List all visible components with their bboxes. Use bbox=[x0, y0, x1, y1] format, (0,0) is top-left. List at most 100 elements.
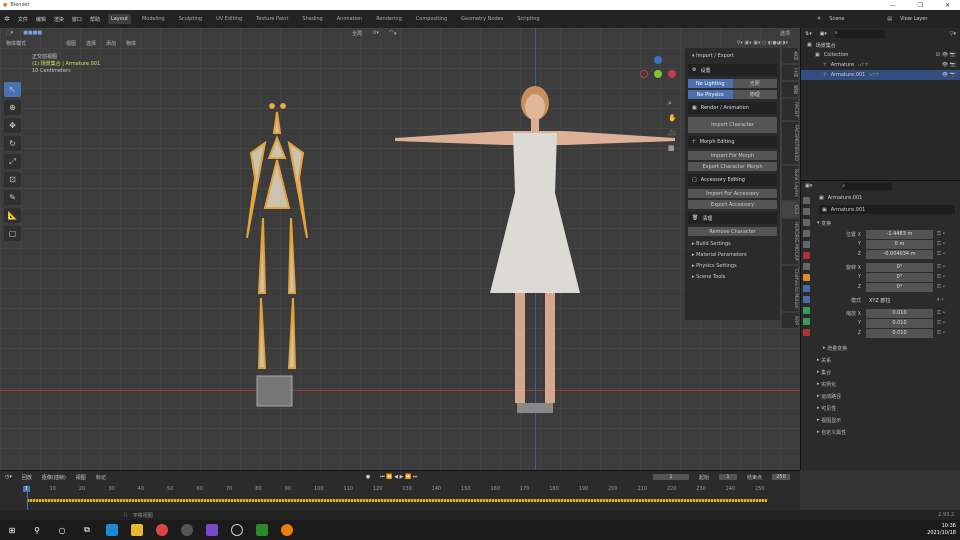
constraints-tab-icon[interactable] bbox=[803, 318, 810, 325]
workspace-tab-texture-paint[interactable]: Texture Paint bbox=[253, 14, 291, 24]
outliner-item-collection[interactable]: ▣ Collection ☑ 👁 📷 bbox=[801, 50, 960, 60]
tab-view[interactable]: 视图 bbox=[782, 82, 798, 97]
object-name-field[interactable]: ▣ Armature.001 bbox=[819, 205, 955, 214]
task-view-icon[interactable]: ⧉ bbox=[81, 524, 93, 536]
rotate-tool-icon[interactable]: ↻ bbox=[4, 136, 21, 151]
move-tool-icon[interactable]: ✥ bbox=[4, 118, 21, 133]
mode-selector[interactable]: 物体模式 bbox=[6, 40, 56, 47]
modifier-tab-icon[interactable] bbox=[803, 285, 810, 292]
custom-properties-panel[interactable]: ▸ 自定义属性 bbox=[801, 426, 960, 438]
close-button[interactable]: ✕ bbox=[945, 2, 950, 9]
output-tab-icon[interactable] bbox=[803, 219, 810, 226]
zoom-icon[interactable]: ⌕ bbox=[668, 96, 677, 111]
menu-keying[interactable]: 抠像(插帧) bbox=[42, 474, 66, 481]
tab-facemotion3d[interactable]: FACEMOTION3D bbox=[782, 122, 798, 165]
scene-tools-panel[interactable]: ▸ Scene Tools bbox=[688, 271, 777, 282]
search-icon[interactable]: ⚲ bbox=[31, 524, 43, 536]
cortana-icon[interactable]: ○ bbox=[56, 524, 68, 536]
pan-hand-icon[interactable]: ✋ bbox=[668, 111, 677, 126]
visibility-eye-icon[interactable]: ☑ 👁 📷 bbox=[936, 52, 956, 58]
chrome-icon[interactable] bbox=[156, 524, 168, 536]
menu-render[interactable]: 渲染 bbox=[54, 16, 64, 23]
view-layer-icon[interactable]: ▤ bbox=[887, 16, 892, 22]
no-physics-option[interactable]: No Physics bbox=[688, 90, 733, 99]
tab-item[interactable]: 条目 bbox=[782, 48, 798, 63]
build-settings-panel[interactable]: ▸ Build Settings bbox=[688, 238, 777, 249]
select-tool-icon[interactable]: ↖ bbox=[4, 82, 21, 97]
menu-marker[interactable]: 标记 bbox=[96, 474, 106, 481]
delta-transform-panel[interactable]: ▸ 增量变换 bbox=[801, 342, 960, 354]
app-icon[interactable] bbox=[206, 524, 218, 536]
3d-viewport[interactable]: ⬚▾ ■■■■ 全局 ⊙▾ ⌒▾ 选项 物体模式 视图 选择 添加 物体 ⚲▾ … bbox=[0, 28, 800, 470]
motion-paths-panel[interactable]: ▸ 运动路径 bbox=[801, 390, 960, 402]
tab-bone-layers[interactable]: Bone Layers bbox=[782, 166, 798, 200]
relations-panel[interactable]: ▸ 关系 bbox=[801, 354, 960, 366]
menu-playback[interactable]: 回放 bbox=[22, 474, 32, 481]
visibility-eye-icon[interactable]: 👁 📷 bbox=[942, 72, 956, 78]
world-tab-icon[interactable] bbox=[803, 252, 810, 259]
end-frame-field[interactable]: 250 bbox=[772, 474, 790, 480]
measure-tool-icon[interactable]: 📐 bbox=[4, 208, 21, 223]
gizmo-y-axis[interactable] bbox=[654, 70, 662, 78]
nvidia-icon[interactable] bbox=[256, 524, 268, 536]
menu-add[interactable]: 添加 bbox=[106, 40, 116, 47]
rotation-x-field[interactable]: 旋转 X 0° ⚿ • bbox=[821, 262, 960, 272]
rotation-y-value[interactable]: 0° bbox=[866, 272, 933, 282]
physics-toggle[interactable]: No Physics 物理 bbox=[688, 90, 777, 99]
file-explorer-icon[interactable] bbox=[131, 524, 143, 536]
windows-start-icon[interactable]: ⊞ bbox=[6, 524, 18, 536]
workspace-tab-geometry-nodes[interactable]: Geometry Nodes bbox=[458, 14, 506, 24]
editor-type-icon[interactable]: ⬚▾ bbox=[6, 30, 13, 36]
menu-window[interactable]: 窗口 bbox=[72, 16, 82, 23]
render-tab-icon[interactable] bbox=[803, 208, 810, 215]
display-mode-icon[interactable]: ⇅▾ bbox=[805, 31, 812, 37]
obs-icon[interactable] bbox=[231, 524, 243, 536]
gizmo-z-axis[interactable] bbox=[654, 56, 662, 64]
export-accessory-button[interactable]: Export Accessory bbox=[688, 200, 777, 209]
rotation-z-field[interactable]: Z 0° ⚿ • bbox=[821, 282, 960, 292]
workspace-tab-layout[interactable]: Layout bbox=[107, 14, 131, 24]
scene-tab-icon[interactable] bbox=[803, 241, 810, 248]
scene-selector[interactable]: Scene bbox=[829, 16, 879, 22]
current-frame-field[interactable]: 1 bbox=[652, 474, 689, 480]
view-layer-tab-icon[interactable] bbox=[803, 230, 810, 237]
transform-panel-header[interactable]: ▾ 变换 bbox=[801, 217, 960, 229]
keyframe-icon[interactable]: ⚿ • bbox=[937, 264, 945, 270]
viewport-display-panel[interactable]: ▸ 视图显示 bbox=[801, 414, 960, 426]
rotation-z-value[interactable]: 0° bbox=[866, 282, 933, 292]
data-tab-icon[interactable] bbox=[803, 329, 810, 336]
pivot-icon[interactable]: ⊙▾ bbox=[372, 30, 379, 36]
physics-tab-icon[interactable] bbox=[803, 307, 810, 314]
tab-arp[interactable]: ARP bbox=[782, 313, 798, 329]
keyframe-icon[interactable]: ⚿ • bbox=[937, 320, 945, 326]
scene-icon[interactable]: ⚘ bbox=[817, 16, 821, 22]
lighting-toggle[interactable]: No Lighting 光照 bbox=[688, 79, 777, 88]
tab-headrig-mocap[interactable]: HEADRIG MOCAP bbox=[782, 219, 798, 264]
properties-search-input[interactable]: ⌕ bbox=[842, 182, 893, 190]
scale-z-field[interactable]: Z 0.010 ⚿ • bbox=[821, 328, 960, 338]
export-character-morph-button[interactable]: Export Character Morph bbox=[688, 162, 777, 171]
playhead[interactable] bbox=[27, 485, 28, 511]
menu-file[interactable]: 文件 bbox=[18, 16, 28, 23]
menu-edit[interactable]: 编辑 bbox=[36, 16, 46, 23]
location-y-field[interactable]: Y 0 m ⚿ • bbox=[821, 239, 960, 249]
menu-help[interactable]: 帮助 bbox=[90, 16, 100, 23]
instancing-panel[interactable]: ▸ 实例化 bbox=[801, 378, 960, 390]
workspace-tab-shading[interactable]: Shading bbox=[299, 14, 325, 24]
frame-ruler[interactable]: 1102030405060708090100110120130140150160… bbox=[0, 485, 800, 494]
tab-faceit[interactable]: FACEIT bbox=[782, 99, 798, 121]
editor-type-icon[interactable]: ◷▾ bbox=[5, 474, 12, 480]
transform-tool-icon[interactable]: ⊡ bbox=[4, 172, 21, 187]
grid-icon[interactable]: ▦ bbox=[668, 141, 677, 156]
workspace-tab-compositing[interactable]: Compositing bbox=[413, 14, 450, 24]
options-menu[interactable]: 选项 bbox=[780, 30, 790, 37]
rotation-y-field[interactable]: Y 0° ⚿ • bbox=[821, 272, 960, 282]
start-frame-field[interactable]: 1 bbox=[718, 474, 737, 480]
material-parameters-panel[interactable]: ▸ Material Parameters bbox=[688, 249, 777, 260]
shading-buttons[interactable]: ⚲▾ ▣▾ ▣▾ ○ ◐●◕◑▾ bbox=[737, 40, 788, 46]
menu-object[interactable]: 物体 bbox=[126, 40, 136, 47]
no-lighting-option[interactable]: No Lighting bbox=[688, 79, 733, 88]
workspace-tab-animation[interactable]: Animation bbox=[334, 14, 366, 24]
unreal-engine-icon[interactable] bbox=[181, 524, 193, 536]
workspace-tab-sculpting[interactable]: Sculpting bbox=[176, 14, 205, 24]
